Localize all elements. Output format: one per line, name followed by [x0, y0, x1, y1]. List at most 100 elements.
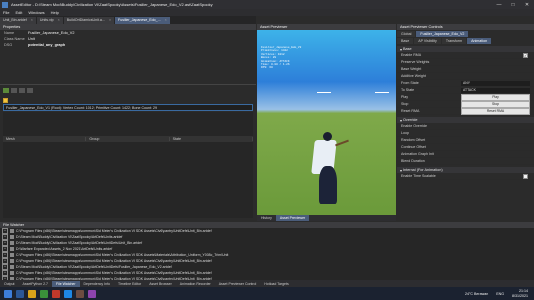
doc-tab-label: BuildOrtDiamicsUnit.a...: [66, 18, 105, 22]
tab-asset-browser[interactable]: Asset Browser: [145, 281, 176, 287]
file-icon: [10, 271, 14, 275]
close-button[interactable]: ✕: [520, 2, 534, 8]
file-path: C:\Program Files (x86)\Steam\steamapps\c…: [16, 271, 212, 275]
tab-animation-recorder[interactable]: Animation Recorder: [176, 281, 215, 287]
tab-asset-python[interactable]: AssetPython 2.7: [19, 281, 53, 287]
control-row: Preserve Weights: [397, 59, 534, 66]
menu-windows[interactable]: Windows: [25, 10, 47, 15]
column-mesh[interactable]: Mesh: [3, 137, 87, 141]
asset-previewer-panel: Asset Previewer Fusilier_Japanese_Edo_V2…: [257, 24, 396, 221]
control-label: To State: [401, 88, 415, 92]
doc-tab[interactable]: Units.xlp ×: [36, 16, 63, 24]
property-key: DSG: [4, 43, 13, 47]
play-button[interactable]: Play: [461, 93, 530, 101]
weather-label[interactable]: 24°C Berawan: [465, 292, 488, 296]
property-key: Class Name: [4, 37, 25, 41]
file-path: D:\Steam Mod\Buddy\Civilization VI\ZaatS…: [16, 241, 143, 245]
file-icon: [10, 247, 14, 251]
lock-icon[interactable]: [3, 97, 8, 103]
control-label: Base Weight: [401, 67, 422, 71]
taskbar-app-icon[interactable]: [76, 289, 84, 298]
section-label: Override: [402, 118, 418, 122]
property-value[interactable]: Unit: [28, 37, 35, 41]
section-label: Base: [402, 47, 412, 51]
tab-file-watcher[interactable]: File Watcher: [52, 280, 80, 287]
control-label: Reset RMA: [401, 109, 420, 113]
add-icon[interactable]: [3, 88, 9, 93]
unit-body: [319, 166, 337, 204]
control-label: From State: [401, 81, 419, 85]
properties-panel: Properties Name Fusilier_Japanese_Edo_V2 …: [0, 24, 256, 219]
property-value[interactable]: Fusilier_Japanese_Edo_V2: [28, 31, 74, 35]
tab-output[interactable]: Output: [0, 281, 19, 287]
file-path: C:\Program Files (x86)\Steam\steamapps\c…: [16, 253, 229, 257]
time-scalable-checkbox[interactable]: [523, 173, 528, 179]
maximize-button[interactable]: □: [506, 2, 520, 8]
tab-animation[interactable]: Animation: [467, 38, 492, 44]
doc-tab-active[interactable]: Fusilier_Japanese_Edo_... ×: [115, 16, 170, 24]
taskbar-app-icon[interactable]: [64, 289, 72, 298]
start-icon[interactable]: [4, 289, 12, 298]
document-tabs: Unit_Bin.artdef × Units.xlp × BuildOrtDiam…: [0, 16, 256, 24]
tab-hotload-targets[interactable]: Hotload Targets: [260, 281, 292, 287]
close-icon[interactable]: ×: [109, 18, 111, 22]
minimize-button[interactable]: —: [492, 2, 506, 8]
tab-global[interactable]: Global: [397, 31, 416, 37]
tab-asset-previewer[interactable]: Asset Previewer: [275, 215, 310, 221]
link-icon[interactable]: [19, 88, 25, 93]
column-group[interactable]: Group: [86, 137, 170, 141]
section-label: Internal (For Animation): [402, 168, 443, 172]
tab-transform[interactable]: Transform: [441, 38, 467, 44]
tab-timeline-editor[interactable]: Timeline Editor: [114, 281, 145, 287]
menu-edit[interactable]: Edit: [12, 10, 25, 15]
tab-unit[interactable]: Fusilier_Japanese_Edo_V2: [416, 31, 469, 37]
doc-tab-label: Unit_Bin.artdef: [3, 18, 27, 22]
tab-history[interactable]: History: [257, 215, 276, 221]
filter-icon[interactable]: [27, 88, 33, 93]
taskbar: 24°C Berawan ENG 21:14 8/31/2021: [0, 287, 534, 300]
control-label: Additive Weight: [401, 74, 426, 78]
taskbar-app-icon[interactable]: [52, 289, 60, 298]
reset-rma-button[interactable]: Reset RMA: [461, 107, 530, 115]
menu-file[interactable]: File: [0, 10, 12, 15]
close-icon[interactable]: ×: [58, 18, 60, 22]
taskbar-app-icon[interactable]: [16, 289, 24, 298]
stop-button[interactable]: Stop: [461, 100, 530, 108]
tab-ap-visibility[interactable]: AP Visibility: [414, 38, 441, 44]
geometry-list[interactable]: [3, 112, 253, 136]
controls-top-tabs: Global Fusilier_Japanese_Edo_V2: [397, 31, 534, 37]
edit-icon[interactable]: [11, 88, 17, 93]
column-state[interactable]: State: [170, 137, 253, 141]
preview-viewport[interactable]: Fusilier_Japanese_Edo_V2 Primitives: 142…: [257, 30, 396, 215]
file-path: D:\Steam Mod\Buddy\Civilization VI\ZaatS…: [16, 265, 172, 269]
language-label[interactable]: ENG: [496, 292, 504, 296]
control-label: Random Offset: [401, 138, 426, 142]
doc-tab[interactable]: Unit_Bin.artdef ×: [0, 16, 36, 24]
close-icon[interactable]: ×: [165, 18, 167, 22]
preview-stats: Fusilier_Japanese_Edo_V2 Primitives: 142…: [261, 46, 302, 70]
from-state-field[interactable]: ANY: [461, 80, 530, 86]
file-path: D:\Warfare Expanded Assets_2 Nov 2021\Ar…: [16, 247, 113, 251]
taskbar-app-icon[interactable]: [88, 289, 96, 298]
menu-help[interactable]: Help: [48, 10, 62, 15]
doc-tab[interactable]: BuildOrtDiamicsUnit.a... ×: [63, 16, 115, 24]
control-label: Enable Override: [401, 124, 427, 128]
taskbar-app-icon[interactable]: [28, 289, 36, 298]
geometry-search[interactable]: Fusilier_Japanese_Edo_V1 (Root): Vertex …: [3, 104, 253, 111]
close-icon[interactable]: ×: [31, 18, 33, 22]
tab-previewer-control[interactable]: Asset Previewer Control: [215, 281, 261, 287]
mesh-table[interactable]: [3, 142, 253, 218]
window-title: AssetEditor - D:\Steam Mod\Buddy\Civiliz…: [11, 2, 213, 7]
control-label: Blend Duration: [401, 159, 425, 163]
property-value[interactable]: potential_any_graph: [28, 43, 65, 47]
tab-base[interactable]: Base: [397, 38, 414, 44]
taskbar-app-icon[interactable]: [40, 289, 48, 298]
to-state-field[interactable]: ATTACK: [461, 87, 530, 93]
control-row: Continue Offset: [397, 144, 534, 151]
tab-dependency-info[interactable]: Dependency Info: [80, 281, 114, 287]
enable-rma-checkbox[interactable]: [523, 52, 528, 58]
control-row: Base Weight: [397, 66, 534, 73]
controls-sub-tabs: Base AP Visibility Transform Animation: [397, 38, 534, 44]
clock[interactable]: 21:14 8/31/2021: [512, 289, 528, 298]
control-row: Enable Time Scalable: [397, 173, 534, 180]
